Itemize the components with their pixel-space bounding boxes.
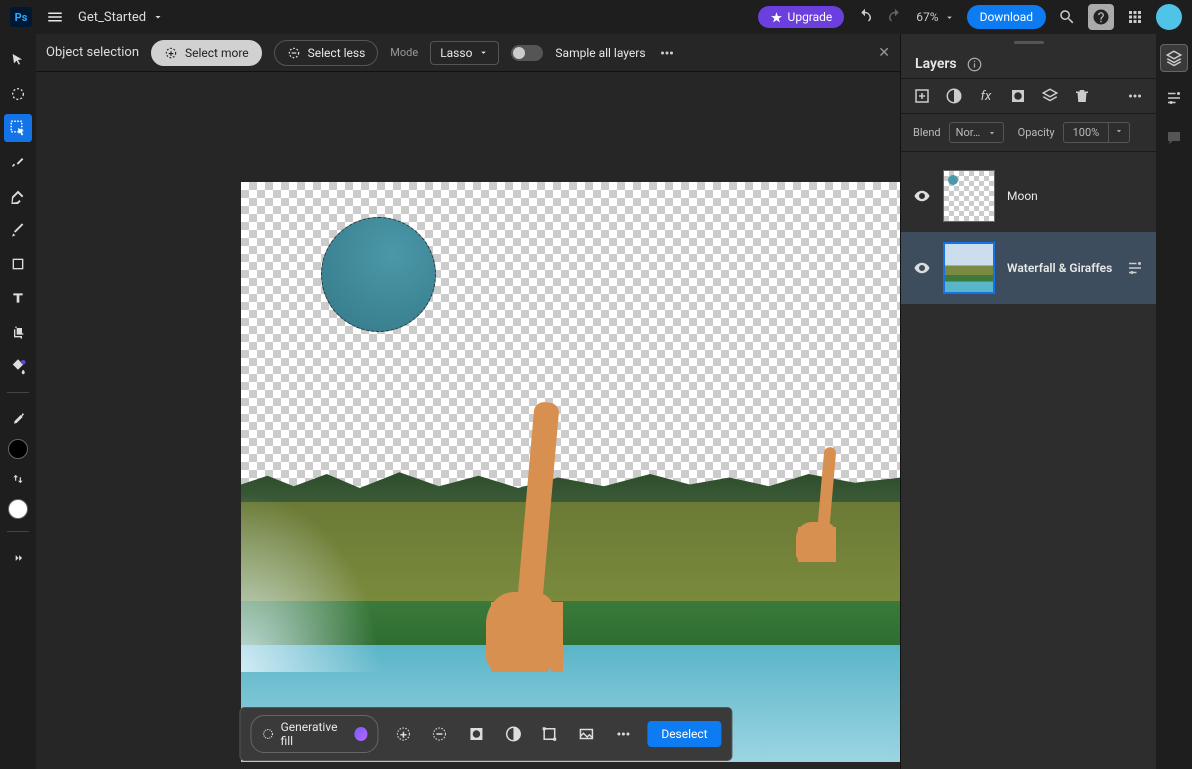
layer-item-moon[interactable]: Moon <box>901 160 1156 232</box>
adjustment-layer-icon[interactable] <box>945 87 963 105</box>
left-toolbar <box>0 34 36 769</box>
comments-rail-button[interactable] <box>1160 124 1188 152</box>
chevron-down-icon <box>1114 126 1124 136</box>
undo-icon[interactable] <box>856 8 874 26</box>
context-bar: Generative fill Deselect <box>239 707 732 761</box>
foreground-color[interactable] <box>8 439 28 459</box>
blend-label: Blend <box>913 126 941 139</box>
place-button[interactable] <box>574 721 599 747</box>
layer-name: Moon <box>1007 189 1144 203</box>
expand-tools[interactable] <box>4 544 32 572</box>
zoom-dropdown[interactable]: 67% <box>916 10 954 24</box>
layer-name: Waterfall & Giraffes <box>1007 261 1114 275</box>
user-avatar[interactable] <box>1156 4 1182 30</box>
move-tool[interactable] <box>4 46 32 74</box>
layers-rail-button[interactable] <box>1160 44 1188 72</box>
sparkle-ring-icon <box>261 727 274 741</box>
delete-layer-icon[interactable] <box>1073 87 1091 105</box>
contract-selection-button[interactable] <box>427 721 452 747</box>
properties-rail-button[interactable] <box>1160 84 1188 112</box>
expand-selection-button[interactable] <box>391 721 416 747</box>
context-more-button[interactable] <box>611 721 636 747</box>
moon-selection[interactable] <box>321 217 436 332</box>
info-icon[interactable] <box>967 57 982 72</box>
chevron-down-icon <box>987 128 997 138</box>
help-button[interactable] <box>1088 4 1114 30</box>
swap-colors[interactable] <box>4 465 32 493</box>
canvas-area[interactable]: Generative fill Deselect <box>36 72 936 769</box>
menu-icon[interactable] <box>46 8 64 26</box>
layer-item-waterfall[interactable]: Waterfall & Giraffes <box>901 232 1156 304</box>
sparkle-icon <box>355 727 368 741</box>
layers-stack-icon[interactable] <box>1041 87 1059 105</box>
opacity-value[interactable]: 100% <box>1063 122 1110 143</box>
mask-button[interactable] <box>464 721 489 747</box>
transform-button[interactable] <box>537 721 562 747</box>
fx-icon[interactable]: fx <box>977 87 995 105</box>
eyedropper-tool[interactable] <box>4 405 32 433</box>
star-icon <box>770 11 783 24</box>
apps-icon[interactable] <box>1126 8 1144 26</box>
redo-icon[interactable] <box>886 8 904 26</box>
shape-tool[interactable] <box>4 250 32 278</box>
crop-tool[interactable] <box>4 318 32 346</box>
mask-icon[interactable] <box>1009 87 1027 105</box>
deselect-button[interactable]: Deselect <box>647 721 721 747</box>
fill-tool[interactable] <box>4 352 32 380</box>
text-tool[interactable] <box>4 284 32 312</box>
help-icon <box>1092 8 1110 26</box>
layer-settings-icon[interactable] <box>1126 259 1144 277</box>
marquee-tool[interactable] <box>4 80 32 108</box>
layer-list: Moon Waterfall & Giraffes <box>901 152 1156 312</box>
opacity-label: Opacity <box>1018 126 1055 139</box>
paint-tool[interactable] <box>4 216 32 244</box>
chevron-down-icon <box>152 11 164 23</box>
chevron-down-icon <box>944 12 955 23</box>
canvas[interactable] <box>241 182 901 762</box>
layers-panel: Layers fx Blend Nor… Opacity 100% <box>900 34 1156 769</box>
panel-title: Layers <box>915 56 957 72</box>
object-select-tool[interactable] <box>4 114 32 142</box>
layer-thumbnail[interactable] <box>943 170 995 222</box>
panel-more-icon[interactable] <box>1126 87 1144 105</box>
search-icon[interactable] <box>1058 8 1076 26</box>
document-title: Get_Started <box>78 10 146 25</box>
upgrade-button[interactable]: Upgrade <box>758 6 845 28</box>
canvas-giraffe-2 <box>786 432 856 562</box>
adjustment-button[interactable] <box>501 721 526 747</box>
layer-thumbnail[interactable] <box>943 242 995 294</box>
opacity-dropdown[interactable] <box>1109 122 1130 143</box>
panel-handle[interactable] <box>901 34 1156 50</box>
generative-fill-button[interactable]: Generative fill <box>250 715 378 753</box>
document-title-dropdown[interactable]: Get_Started <box>78 10 164 25</box>
canvas-mist <box>241 492 381 672</box>
app-logo[interactable]: Ps <box>10 7 32 27</box>
canvas-giraffe-1 <box>466 352 596 672</box>
visibility-icon[interactable] <box>913 187 931 205</box>
add-layer-icon[interactable] <box>913 87 931 105</box>
brush-tool[interactable] <box>4 148 32 176</box>
download-button[interactable]: Download <box>967 5 1046 29</box>
visibility-icon[interactable] <box>913 259 931 277</box>
right-rail <box>1156 34 1192 769</box>
healing-tool[interactable] <box>4 182 32 210</box>
blend-mode-dropdown[interactable]: Nor… <box>949 122 1004 143</box>
background-color[interactable] <box>8 499 28 519</box>
